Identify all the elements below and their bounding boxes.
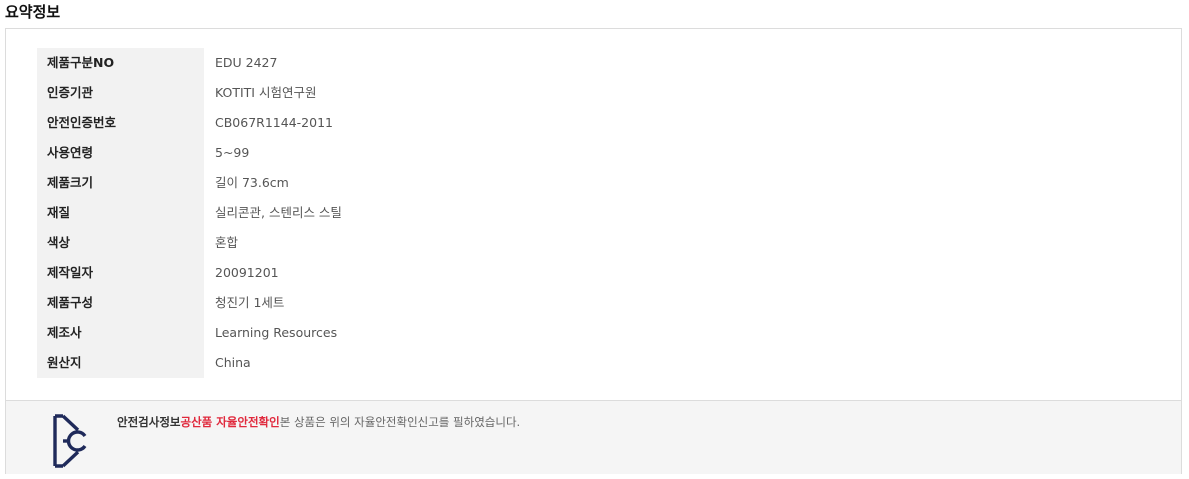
spec-row: 원산지 China [37, 348, 342, 378]
spec-value: 5~99 [215, 145, 250, 160]
spec-value: China [215, 355, 251, 370]
spec-label: 안전인증번호 [37, 108, 204, 138]
spec-row: 제품구분NO EDU 2427 [37, 48, 342, 78]
spec-row: 제품크기 길이 73.6cm [37, 168, 342, 198]
spec-label: 재질 [37, 198, 204, 228]
spec-value: 청진기 1세트 [215, 295, 285, 310]
spec-row: 제품구성 청진기 1세트 [37, 288, 342, 318]
spec-value: 실리콘관, 스텐리스 스틸 [215, 205, 342, 220]
spec-value: EDU 2427 [215, 55, 278, 70]
safety-info-text: 안전검사정보공산품 자율안전확인본 상품은 위의 자율안전확인신고를 필하였습니… [117, 414, 520, 430]
spec-label: 제품구분NO [37, 48, 204, 78]
section-title: 요약정보 [5, 3, 61, 21]
summary-box: 제품구분NO EDU 2427 인증기관 KOTITI 시험연구원안전인증번호 CB06… [5, 28, 1182, 474]
spec-row: 제작일자 20091201 [37, 258, 342, 288]
spec-label: 인증기관 [37, 78, 204, 108]
kc-certification-mark-icon [53, 414, 87, 468]
safety-info-label: 안전검사정보 [117, 415, 181, 429]
spec-row: 색상 혼합 [37, 228, 342, 258]
spec-label: 제품크기 [37, 168, 204, 198]
spec-value: 20091201 [215, 265, 279, 280]
spec-value: 혼합 [215, 235, 239, 250]
spec-label: 제품구성 [37, 288, 204, 318]
product-summary-page: 요약정보 제품구분NO EDU 2427 인증기관 KOTITI 시험연구원안전인증번… [0, 0, 1189, 479]
safety-category: 공산품 자율안전확인 [180, 415, 280, 429]
spec-value: Learning Resources [215, 325, 338, 340]
safety-description: 본 상품은 위의 자율안전확인신고를 필하였습니다. [279, 415, 521, 429]
spec-row: 인증기관 KOTITI 시험연구원 [37, 78, 342, 108]
spec-label: 원산지 [37, 348, 204, 378]
spec-row: 재질 실리콘관, 스텐리스 스틸 [37, 198, 342, 228]
safety-info-panel: 안전검사정보공산품 자율안전확인본 상품은 위의 자율안전확인신고를 필하였습니… [6, 400, 1181, 474]
spec-value: CB067R1144-2011 [215, 115, 333, 130]
spec-label: 제작일자 [37, 258, 204, 288]
spec-row: 제조사 Learning Resources [37, 318, 342, 348]
spec-value: 길이 73.6cm [215, 175, 289, 190]
spec-row: 안전인증번호 CB067R1144-2011 [37, 108, 342, 138]
spec-table: 제품구분NO EDU 2427 인증기관 KOTITI 시험연구원안전인증번호 CB06… [37, 48, 342, 378]
spec-label: 제조사 [37, 318, 204, 348]
spec-row: 사용연령 5~99 [37, 138, 342, 168]
spec-label: 색상 [37, 228, 204, 258]
spec-value: KOTITI 시험연구원 [215, 85, 317, 100]
spec-label: 사용연령 [37, 138, 204, 168]
